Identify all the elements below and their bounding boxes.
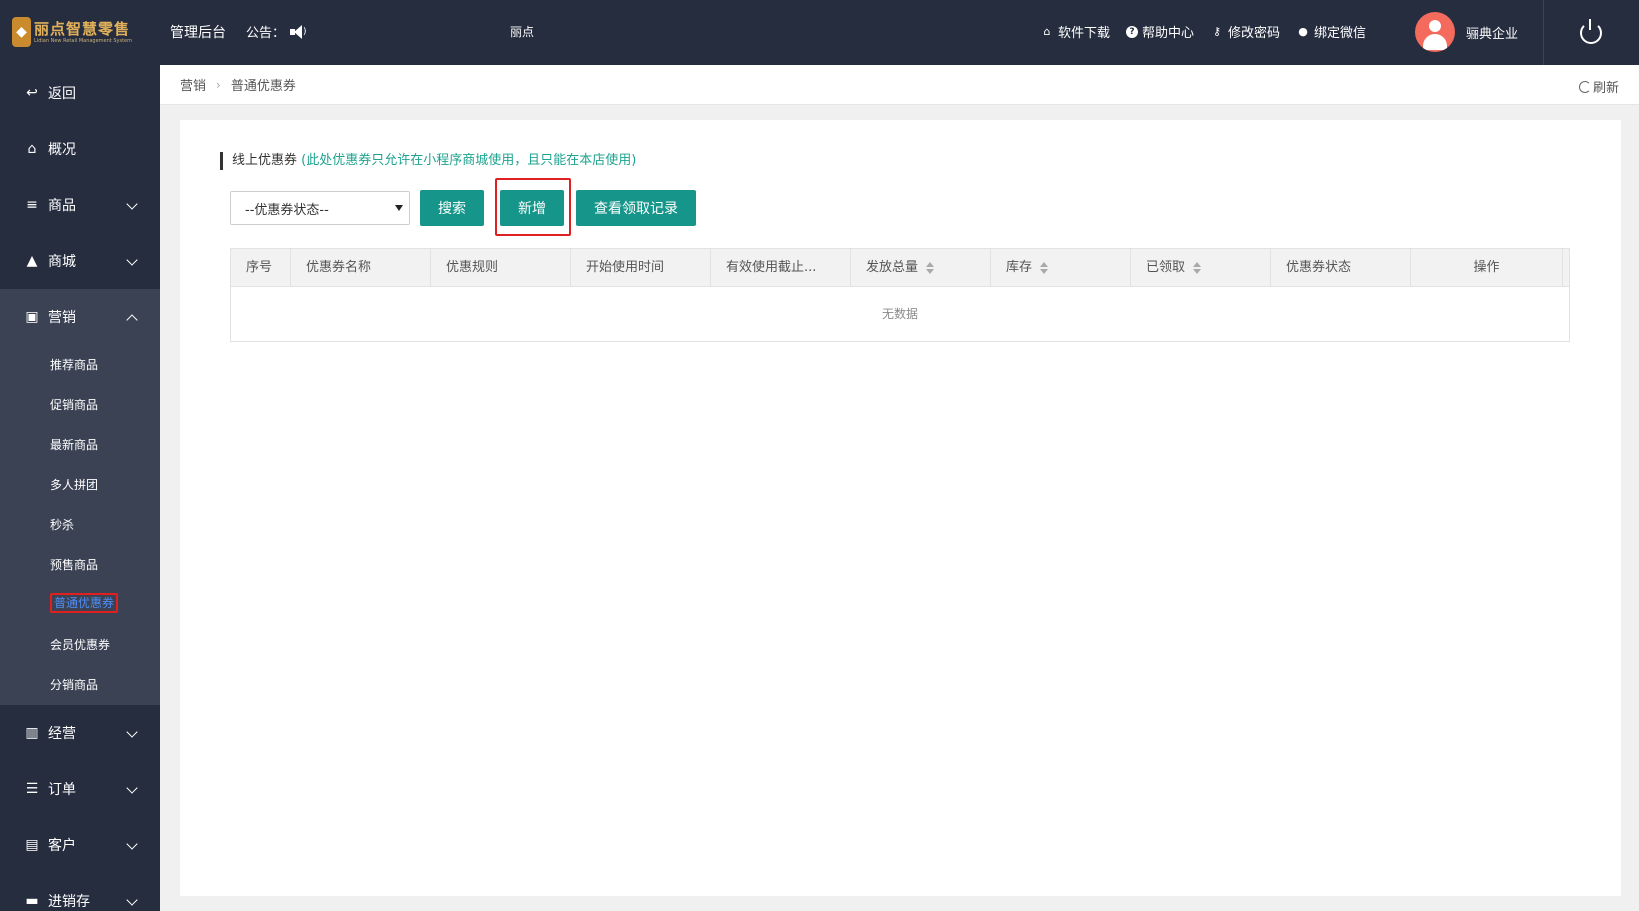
caret-down-icon <box>395 205 403 211</box>
sort-icon <box>1193 261 1202 274</box>
marketing-submenu: 推荐商品 促销商品 最新商品 多人拼团 秒杀 预售商品 普通优惠券 会员优惠券 … <box>0 345 160 705</box>
top-links: ⌂ 软件下载 ? 帮助中心 ⚷ 修改密码 ● 绑定微信 <box>1040 22 1367 41</box>
column-index: 序号 <box>231 249 291 287</box>
submenu-item-member-coupon[interactable]: 会员优惠券 <box>50 635 110 655</box>
breadcrumb-current: 普通优惠券 <box>230 79 296 94</box>
sidebar-item-overview[interactable]: ⌂ 概况 <box>0 121 160 177</box>
store-label: 丽点 <box>510 25 535 39</box>
search-button[interactable]: 搜索 <box>420 190 484 226</box>
speaker-icon: ) <box>289 24 309 40</box>
breadcrumb-parent[interactable]: 营销 <box>180 75 206 94</box>
bar-chart-icon: ▥ <box>25 725 39 741</box>
submenu-item-normal-coupon[interactable]: 普通优惠券 <box>50 593 119 613</box>
top-bar: ◆ 丽点智慧零售 Lidian New Retail Management Sy… <box>0 0 1639 65</box>
gift-icon: ▣ <box>25 309 39 325</box>
divider <box>1543 0 1544 65</box>
admin-label: 管理后台 <box>170 25 226 41</box>
help-center-link[interactable]: ? 帮助中心 <box>1126 22 1194 41</box>
refresh-icon <box>1578 80 1591 93</box>
submenu-item-recommended[interactable]: 推荐商品 <box>50 355 98 375</box>
chevron-down-icon <box>126 254 138 266</box>
store-icon: ⌂ <box>1043 25 1051 38</box>
key-icon: ⚷ <box>1213 25 1222 38</box>
help-icon: ? <box>1126 25 1139 38</box>
sidebar-item-mall[interactable]: ▲ 商城 <box>0 233 160 289</box>
empty-state: 无数据 <box>881 307 918 321</box>
sidebar-item-inventory[interactable]: ▬ 进销存 <box>0 873 160 911</box>
chevron-up-icon <box>126 314 138 326</box>
coupon-status-select[interactable]: --优惠券状态-- <box>230 191 410 225</box>
table-header: 序号 优惠券名称 优惠规则 开始使用时间 有效使用截止... 发放总量 库存 已… <box>231 249 1569 287</box>
submenu-item-newest[interactable]: 最新商品 <box>50 435 98 455</box>
column-claimed[interactable]: 已领取 <box>1131 249 1271 287</box>
power-icon[interactable] <box>1580 19 1602 44</box>
home-icon: ⌂ <box>27 141 37 157</box>
chevron-down-icon <box>126 198 138 210</box>
breadcrumb: 营销 › 普通优惠券 刷新 <box>160 65 1639 105</box>
logo[interactable]: ◆ 丽点智慧零售 Lidian New Retail Management Sy… <box>12 14 132 50</box>
column-total[interactable]: 发放总量 <box>851 249 991 287</box>
software-download-link[interactable]: ⌂ 软件下载 <box>1040 22 1111 41</box>
chevron-down-icon <box>126 838 138 850</box>
truck-icon: ▬ <box>25 893 39 909</box>
logo-mark-icon: ◆ <box>12 17 32 47</box>
sidebar-item-operations[interactable]: ▥ 经营 <box>0 705 160 761</box>
refresh-button[interactable]: 刷新 <box>1578 77 1619 96</box>
submenu-item-presale[interactable]: 预售商品 <box>50 555 98 575</box>
bind-wechat-link[interactable]: ● 绑定微信 <box>1296 22 1366 41</box>
sidebar-item-back[interactable]: ↩ 返回 <box>0 65 160 121</box>
column-rule: 优惠规则 <box>431 249 571 287</box>
notice-label: 公告： <box>246 26 286 41</box>
coupon-table: 序号 优惠券名称 优惠规则 开始使用时间 有效使用截止... 发放总量 库存 已… <box>230 248 1570 342</box>
back-icon: ↩ <box>26 85 38 101</box>
sort-icon <box>926 261 935 274</box>
user-name[interactable]: 骊典企业 <box>1466 23 1518 42</box>
change-password-link[interactable]: ⚷ 修改密码 <box>1210 22 1280 41</box>
view-records-button[interactable]: 查看领取记录 <box>576 190 696 226</box>
logo-subtitle: Lidian New Retail Management System <box>34 37 132 44</box>
column-actions: 操作 <box>1411 249 1563 287</box>
sidebar-item-customers[interactable]: ▤ 客户 <box>0 817 160 873</box>
section-note: (此处优惠券只允许在小程序商城使用，且只能在本店使用) <box>301 153 637 168</box>
submenu-item-distribution[interactable]: 分销商品 <box>50 675 98 695</box>
submenu-item-flash-sale[interactable]: 秒杀 <box>50 515 74 535</box>
sidebar-item-marketing[interactable]: ▣ 营销 <box>0 289 160 345</box>
column-status: 优惠券状态 <box>1271 249 1411 287</box>
wechat-icon: ● <box>1298 25 1308 38</box>
chevron-down-icon <box>126 782 138 794</box>
chevron-down-icon <box>126 894 138 906</box>
notice[interactable]: 公告： ) <box>246 22 309 41</box>
sort-icon <box>1040 261 1049 274</box>
add-button[interactable]: 新增 <box>500 190 564 226</box>
id-card-icon: ▤ <box>25 837 39 853</box>
logo-title: 丽点智慧零售 <box>34 19 131 38</box>
sidebar-item-orders[interactable]: ☰ 订单 <box>0 761 160 817</box>
sidebar-item-products[interactable]: ≡ 商品 <box>0 177 160 233</box>
shop-icon: ▲ <box>26 253 38 269</box>
sidebar: ↩ 返回 ⌂ 概况 ≡ 商品 ▲ 商城 ▣ 营销 推荐商品 促销商品 最新商品 … <box>0 65 160 911</box>
column-stock[interactable]: 库存 <box>991 249 1131 287</box>
section-title: 线上优惠券 (此处优惠券只允许在小程序商城使用，且只能在本店使用) <box>220 152 636 170</box>
column-coupon-name: 优惠券名称 <box>291 249 431 287</box>
main-card: 线上优惠券 (此处优惠券只允许在小程序商城使用，且只能在本店使用) --优惠券状… <box>180 120 1621 896</box>
submenu-item-group-buy[interactable]: 多人拼团 <box>50 475 98 495</box>
list-icon: ≡ <box>26 197 38 213</box>
column-start-time: 开始使用时间 <box>571 249 711 287</box>
submenu-item-promotion[interactable]: 促销商品 <box>50 395 98 415</box>
list-icon: ☰ <box>25 781 39 797</box>
avatar[interactable] <box>1415 12 1455 52</box>
chevron-down-icon <box>126 726 138 738</box>
chevron-right-icon: › <box>216 77 221 92</box>
column-end-time: 有效使用截止... <box>711 249 851 287</box>
